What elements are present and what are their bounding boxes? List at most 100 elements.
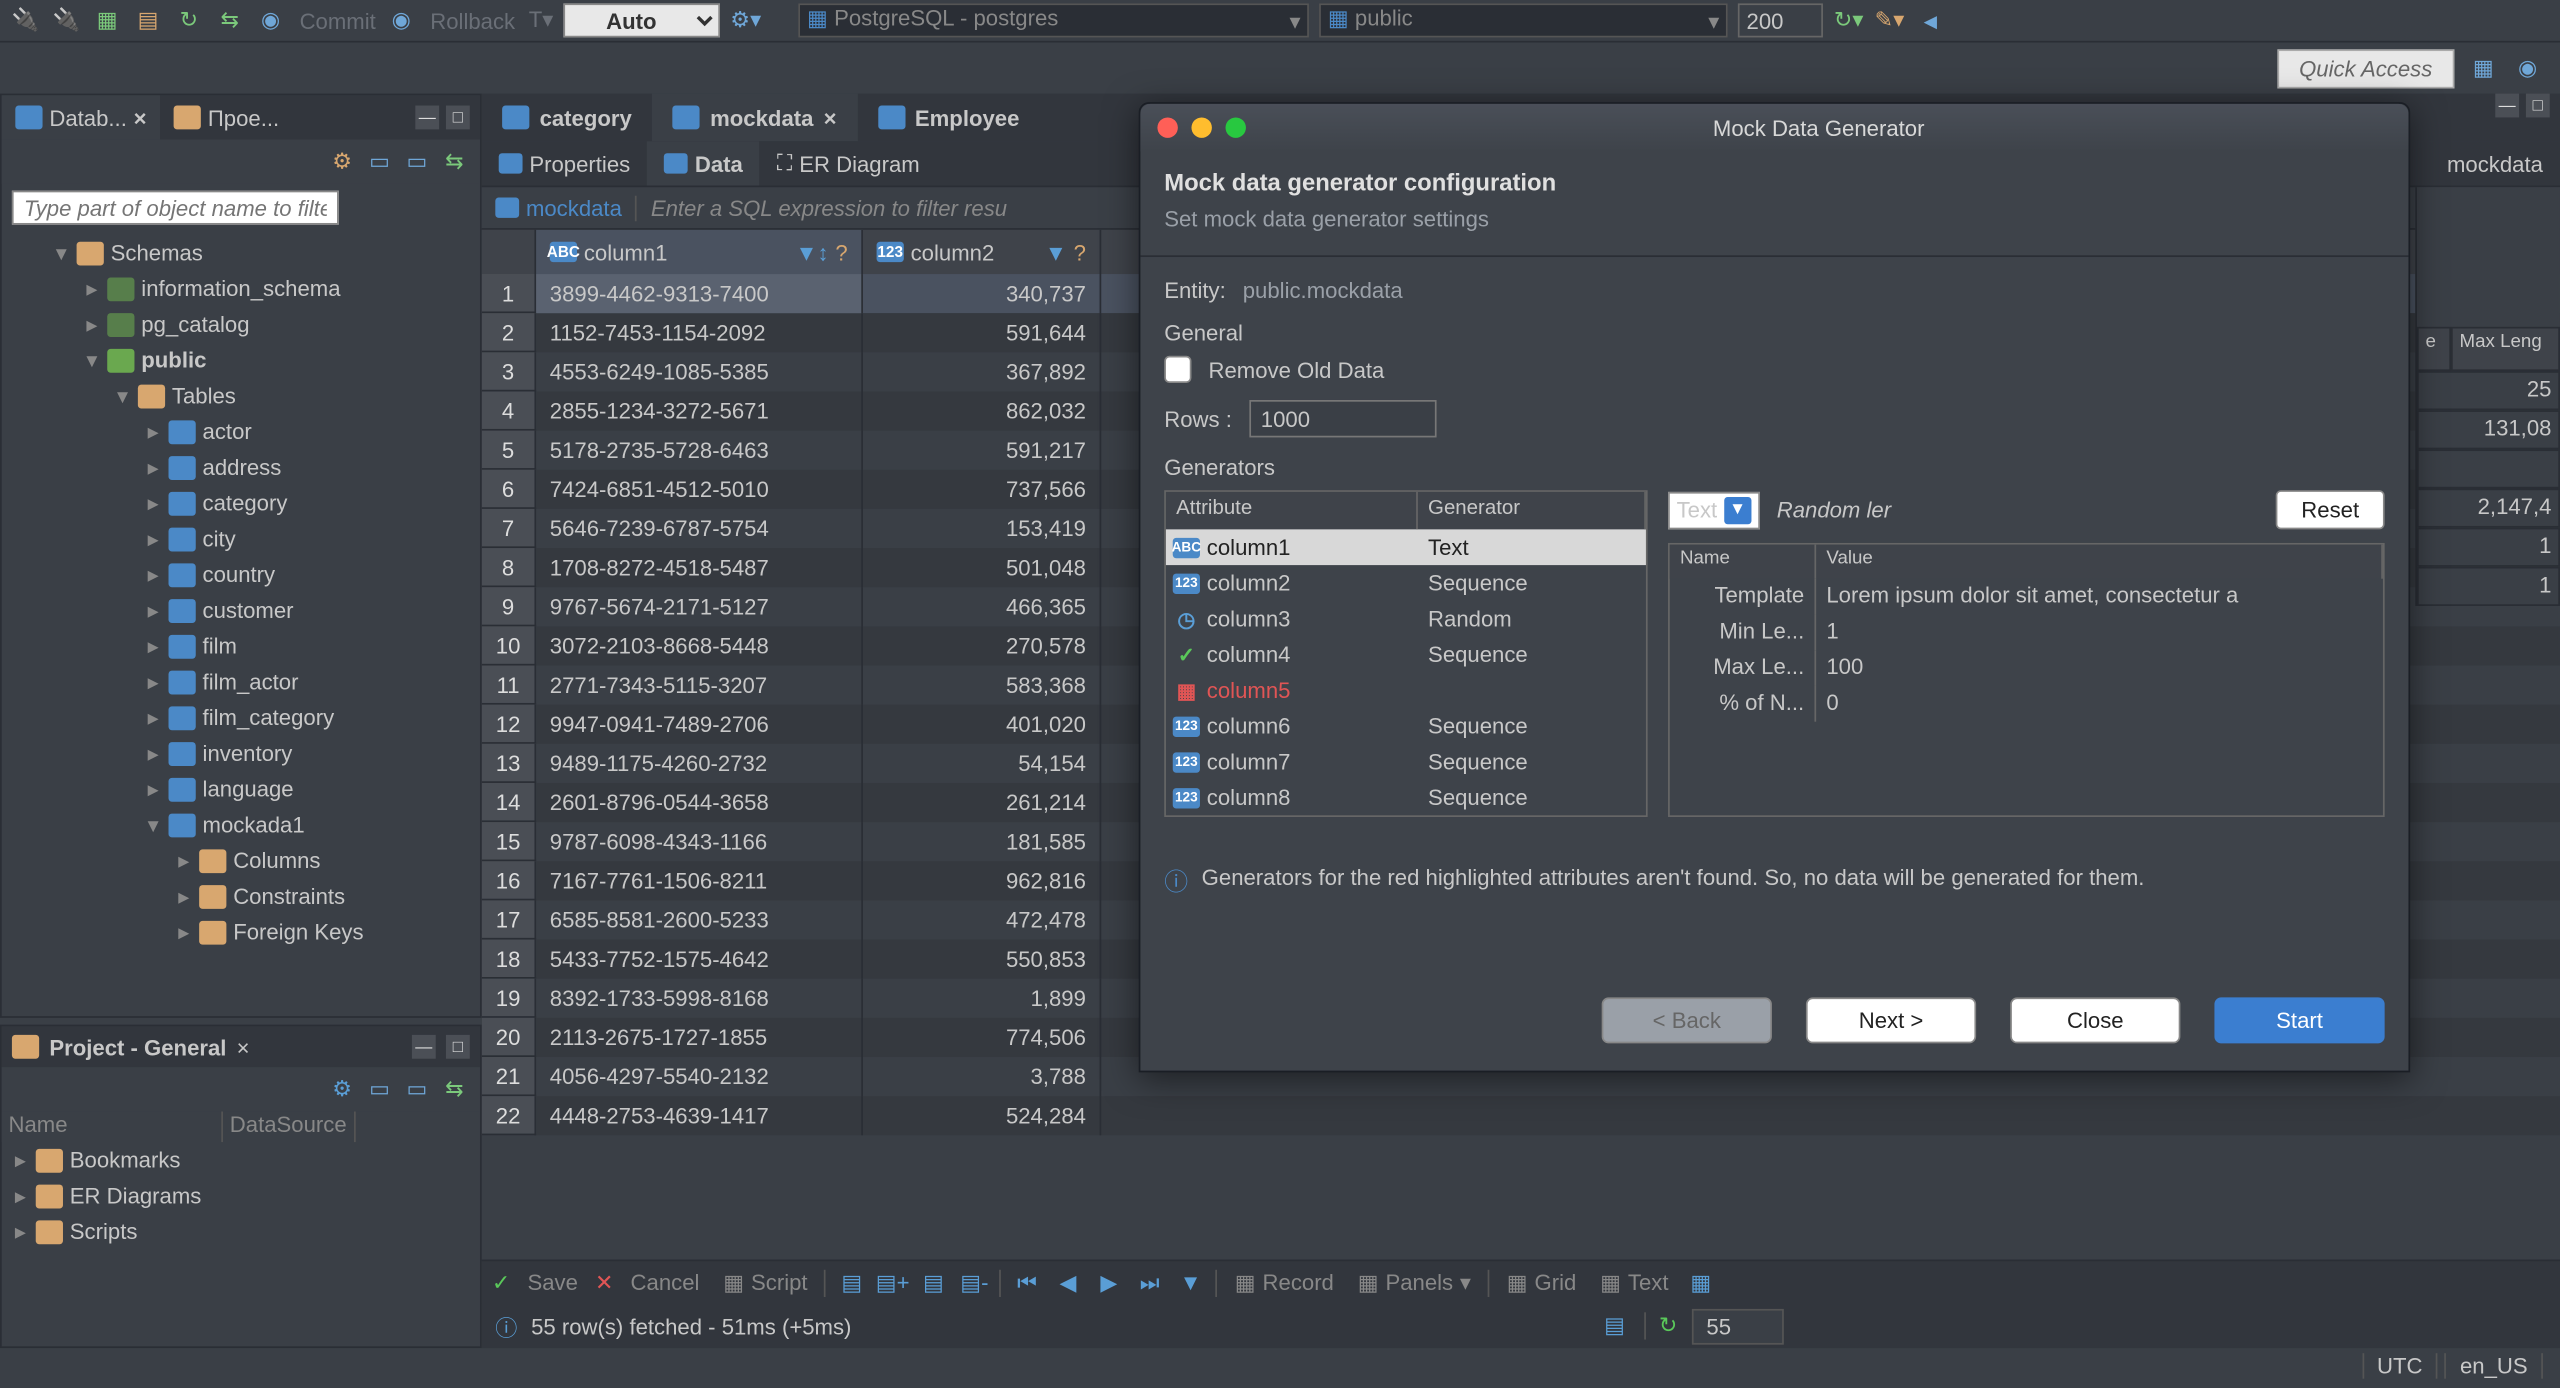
minimize-icon[interactable]: — bbox=[2495, 94, 2519, 118]
property-row[interactable]: TemplateLorem ipsum dolor sit amet, cons… bbox=[1670, 579, 2383, 615]
tab-data[interactable]: Data bbox=[647, 141, 760, 185]
perspective-icon[interactable]: ▦ bbox=[2468, 53, 2499, 84]
gear-icon[interactable]: ⚙ bbox=[327, 146, 358, 177]
tree-item[interactable]: ▸category bbox=[2, 485, 480, 521]
prev-icon[interactable]: ◀ bbox=[1053, 1267, 1084, 1298]
gear-icon[interactable]: ⚙ bbox=[327, 1074, 358, 1105]
text-button[interactable]: ▦ Text bbox=[1593, 1269, 1675, 1296]
export-icon[interactable]: ▤ bbox=[1599, 1311, 1630, 1342]
close-icon[interactable]: × bbox=[824, 105, 837, 131]
last-icon[interactable]: ⏭ bbox=[1134, 1267, 1165, 1298]
generator-row[interactable]: ▦column5 bbox=[1166, 672, 1646, 708]
generator-row[interactable]: 123column6Sequence bbox=[1166, 708, 1646, 744]
tab-database[interactable]: Datab... × bbox=[2, 95, 161, 139]
property-row[interactable]: Min Le...1 bbox=[1670, 614, 2383, 650]
sync-icon[interactable]: ⇆ bbox=[439, 1074, 470, 1105]
generator-type-select[interactable]: Text▼ bbox=[1668, 491, 1760, 528]
tab-properties[interactable]: Properties bbox=[482, 141, 648, 185]
refresh-icon[interactable]: ↻ bbox=[1659, 1312, 1678, 1339]
tab-category[interactable]: category bbox=[482, 94, 653, 142]
minimize-window-icon[interactable] bbox=[1191, 117, 1211, 137]
generator-row[interactable]: ✓column4Sequence bbox=[1166, 637, 1646, 673]
tree-schemas[interactable]: ▾Schemas bbox=[2, 235, 480, 271]
list-item[interactable]: ▸Bookmarks bbox=[2, 1142, 480, 1178]
script-icon[interactable]: ▤ bbox=[133, 5, 164, 36]
generator-row[interactable]: ABCcolumn1Text bbox=[1166, 529, 1646, 565]
tree-tables[interactable]: ▾Tables bbox=[2, 378, 480, 414]
tree-item[interactable]: ▸film_category bbox=[2, 700, 480, 736]
panels-button[interactable]: ▦ Panels ▾ bbox=[1351, 1269, 1478, 1296]
tree-item[interactable]: ▸film bbox=[2, 628, 480, 664]
fetch-icon[interactable]: ▼ bbox=[1175, 1267, 1206, 1298]
close-icon[interactable]: × bbox=[134, 105, 147, 131]
list-item[interactable]: ▸ER Diagrams bbox=[2, 1178, 480, 1214]
tab-employee[interactable]: Employee bbox=[857, 94, 1040, 142]
tree-item[interactable]: ▸actor bbox=[2, 414, 480, 450]
dialog-titlebar[interactable]: Mock Data Generator bbox=[1140, 104, 2408, 152]
save-button[interactable]: Save bbox=[521, 1270, 585, 1296]
close-window-icon[interactable] bbox=[1157, 117, 1177, 137]
auto-select[interactable]: Auto bbox=[564, 3, 721, 37]
edit-row-icon[interactable]: ▤ bbox=[837, 1267, 868, 1298]
generator-row[interactable]: 123column2Sequence bbox=[1166, 565, 1646, 601]
filter-table-name[interactable]: mockdata bbox=[482, 195, 636, 221]
copy-icon[interactable]: ▭ bbox=[364, 1074, 395, 1105]
tab-mockdata[interactable]: mockdata× bbox=[652, 94, 857, 142]
minimize-icon[interactable]: — bbox=[412, 1035, 436, 1059]
tree-item[interactable]: ▸pg_catalog bbox=[2, 306, 480, 342]
start-button[interactable]: Start bbox=[2214, 997, 2384, 1043]
next-icon[interactable]: ▶ bbox=[1094, 1267, 1125, 1298]
help-icon[interactable]: ? bbox=[835, 239, 847, 265]
column-header-2[interactable]: 123 column2 ▼ ? bbox=[863, 230, 1101, 274]
tree-item[interactable]: ▸information_schema bbox=[2, 271, 480, 307]
sync-icon[interactable]: ⇆ bbox=[439, 146, 470, 177]
tree-item[interactable]: ▸customer bbox=[2, 592, 480, 628]
dup-row-icon[interactable]: ▤ bbox=[918, 1267, 949, 1298]
plug-icon[interactable]: 🔌 bbox=[10, 5, 41, 36]
limit-input[interactable] bbox=[1738, 3, 1823, 37]
tree-public[interactable]: ▾public bbox=[2, 342, 480, 378]
back-icon[interactable]: ◄ bbox=[1915, 5, 1946, 36]
filter-icon[interactable]: ▼↕ bbox=[796, 239, 829, 265]
close-icon[interactable]: × bbox=[237, 1034, 250, 1060]
script-button[interactable]: ▦ Script bbox=[716, 1269, 814, 1296]
tree-item[interactable]: ▾mockada1 bbox=[2, 807, 480, 843]
minimize-icon[interactable]: — bbox=[415, 106, 439, 130]
first-icon[interactable]: ⏮ bbox=[1012, 1267, 1043, 1298]
record-button[interactable]: ▦ Record bbox=[1228, 1269, 1341, 1296]
help-icon[interactable]: ? bbox=[1074, 239, 1086, 265]
generator-row[interactable]: ◷column3Random bbox=[1166, 601, 1646, 637]
filter-icon[interactable]: ▼ bbox=[1045, 239, 1067, 265]
tree-item[interactable]: ▸Foreign Keys bbox=[2, 914, 480, 950]
reset-button[interactable]: Reset bbox=[2276, 490, 2385, 529]
tree-item[interactable]: ▸film_actor bbox=[2, 664, 480, 700]
datasource-select[interactable]: ▦ PostgreSQL - postgres bbox=[798, 3, 1309, 37]
rollback-button[interactable]: Rollback bbox=[430, 8, 515, 34]
tree-item[interactable]: ▸city bbox=[2, 521, 480, 557]
edit-icon[interactable]: ✎▾ bbox=[1874, 5, 1905, 36]
plug2-icon[interactable]: 🔌 bbox=[51, 5, 82, 36]
zoom-window-icon[interactable] bbox=[1226, 117, 1246, 137]
grid-button[interactable]: ▦ Grid bbox=[1500, 1269, 1583, 1296]
tree-filter-input[interactable] bbox=[12, 191, 339, 225]
rollback-icon[interactable]: ◉ bbox=[386, 5, 417, 36]
tree-item[interactable]: ▸Constraints bbox=[2, 878, 480, 914]
refresh2-icon[interactable]: ↻▾ bbox=[1833, 5, 1864, 36]
dbeaver-icon[interactable]: ◉ bbox=[2512, 53, 2543, 84]
connect-icon[interactable]: ⇆ bbox=[214, 5, 245, 36]
add-row-icon[interactable]: ▤+ bbox=[877, 1267, 908, 1298]
maximize-icon[interactable]: □ bbox=[446, 1035, 470, 1059]
tree-item[interactable]: ▸inventory bbox=[2, 735, 480, 771]
tree-item[interactable]: ▸language bbox=[2, 771, 480, 807]
collapse-icon[interactable]: ▭ bbox=[364, 146, 395, 177]
rows-input[interactable] bbox=[1249, 400, 1436, 437]
quick-access[interactable]: Quick Access bbox=[2277, 49, 2454, 88]
tree-item[interactable]: ▸address bbox=[2, 449, 480, 485]
property-row[interactable]: Max Le...100 bbox=[1670, 650, 2383, 686]
view-icon[interactable]: ▦ bbox=[1686, 1267, 1717, 1298]
column-header-1[interactable]: ABC column1 ▼↕ ? bbox=[536, 230, 863, 274]
commit-button[interactable]: Commit bbox=[300, 8, 376, 34]
maximize-icon[interactable]: □ bbox=[2526, 94, 2550, 118]
remove-old-checkbox[interactable] bbox=[1164, 356, 1191, 383]
tab-projects[interactable]: Прое... bbox=[160, 95, 293, 139]
